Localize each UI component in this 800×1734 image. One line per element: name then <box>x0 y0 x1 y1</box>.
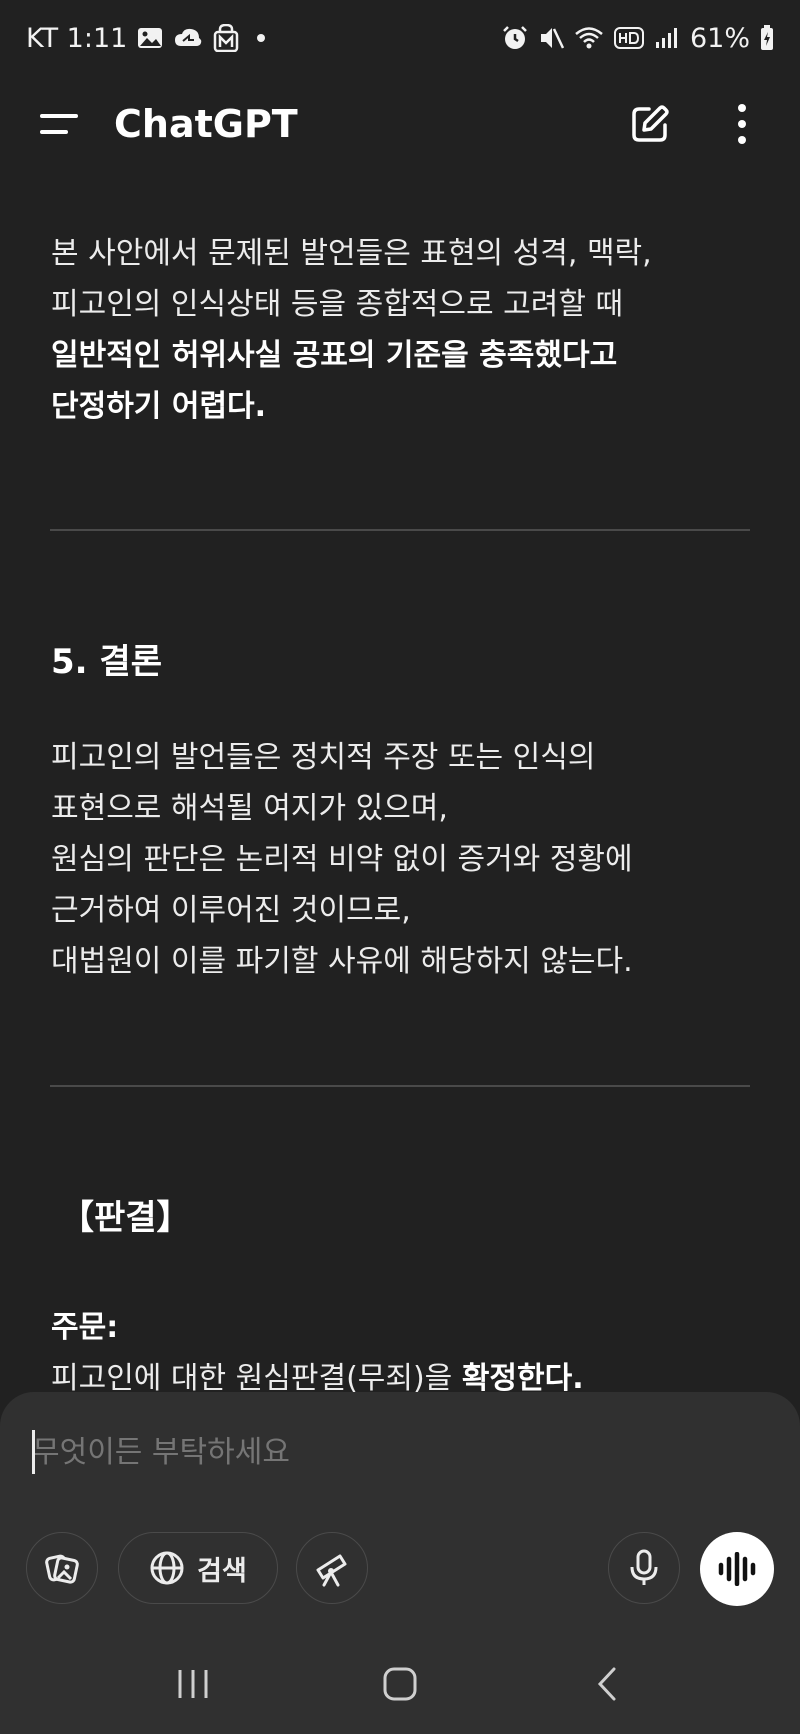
edit-icon <box>632 105 669 142</box>
notification-dot-icon <box>257 34 266 42</box>
attach-images-icon <box>45 1554 79 1584</box>
order-label: 주문: <box>51 1310 119 1345</box>
text-line: 피고인의 인식상태 등을 종합적으로 고려할 때 <box>51 287 624 322</box>
text-line: 표현으로 해석될 여지가 있으며, <box>51 791 448 826</box>
status-bar: KT 1:11 61% <box>0 0 800 76</box>
status-right: 61% <box>502 23 774 54</box>
battery-charging-icon <box>760 25 774 51</box>
attach-button[interactable] <box>26 1532 98 1604</box>
signal-icon <box>654 26 680 50</box>
text-line: 대법원이 이를 파기할 사유에 해당하지 않는다. <box>51 944 633 979</box>
secure-folder-icon <box>213 24 239 52</box>
menu-icon <box>40 114 78 134</box>
recent-apps-button[interactable] <box>163 1654 223 1714</box>
telescope-icon <box>316 1554 347 1587</box>
dictation-button[interactable] <box>608 1532 680 1604</box>
wifi-icon <box>574 25 604 51</box>
search-button[interactable]: 검색 <box>118 1532 278 1604</box>
text-line: 원심의 판단은 논리적 비약 없이 증거와 정황에 <box>51 842 633 877</box>
order-text: 피고인에 대한 원심판결(무죄)을 <box>51 1361 462 1392</box>
deep-research-button[interactable] <box>296 1532 368 1604</box>
battery-percent: 61% <box>689 22 750 54</box>
back-chevron-icon <box>597 1667 616 1701</box>
text-line-bold: 단정하기 어렵다. <box>51 389 267 424</box>
sidebar-menu-button[interactable] <box>38 102 82 146</box>
text-caret <box>32 1430 35 1474</box>
search-label: 검색 <box>197 1555 247 1587</box>
order-paragraph: 주문: 피고인에 대한 원심판결(무죄)을 확정한다. <box>51 1302 751 1392</box>
order-text-line: 피고인에 대한 원심판결(무죄)을 확정한다. <box>51 1353 751 1392</box>
divider <box>50 529 750 531</box>
message-paragraph-2: 피고인의 발언들은 정치적 주장 또는 인식의 표현으로 해석될 여지가 있으며… <box>51 732 751 987</box>
home-button[interactable] <box>370 1654 430 1714</box>
message-paragraph-1: 본 사안에서 문제된 발언들은 표현의 성격, 맥락, 피고인의 인식상태 등을… <box>51 228 751 432</box>
conversation-content[interactable]: 본 사안에서 문제된 발언들은 표현의 성격, 맥락, 피고인의 인식상태 등을… <box>0 172 800 1392</box>
carrier-time: KT 1:11 <box>26 22 128 54</box>
hd-voice-icon <box>613 27 644 49</box>
status-left: KT 1:11 <box>26 22 266 54</box>
divider <box>50 1085 750 1087</box>
order-text-bold: 확정한다. <box>461 1361 584 1392</box>
message-input[interactable] <box>32 1422 768 1482</box>
section-heading: 5. 결론 <box>51 642 162 682</box>
voice-mode-button[interactable] <box>700 1532 774 1606</box>
back-button[interactable] <box>577 1654 637 1714</box>
globe-icon <box>150 1551 184 1585</box>
mute-icon <box>538 25 564 51</box>
verdict-heading: 【판결】 <box>60 1198 191 1238</box>
alarm-icon <box>502 25 528 51</box>
app-title: ChatGPT <box>114 102 298 146</box>
recent-apps-icon <box>178 1670 208 1698</box>
app-header: ChatGPT <box>0 76 800 172</box>
system-nav-bar <box>0 1634 800 1734</box>
microphone-icon <box>630 1549 658 1585</box>
cloud-sync-icon <box>173 26 203 50</box>
new-chat-button[interactable] <box>626 100 674 148</box>
waveform-icon <box>718 1552 756 1586</box>
more-options-button[interactable] <box>718 100 766 148</box>
text-line-bold: 일반적인 허위사실 공표의 기준을 충족했다고 <box>51 338 618 373</box>
more-vertical-icon <box>738 104 746 144</box>
gallery-icon <box>137 26 163 50</box>
text-line: 피고인의 발언들은 정치적 주장 또는 인식의 <box>51 740 596 775</box>
text-line: 본 사안에서 문제된 발언들은 표현의 성격, 맥락, <box>51 236 652 271</box>
home-icon <box>383 1667 417 1701</box>
text-line: 근거하여 이루어진 것이므로, <box>51 893 411 928</box>
